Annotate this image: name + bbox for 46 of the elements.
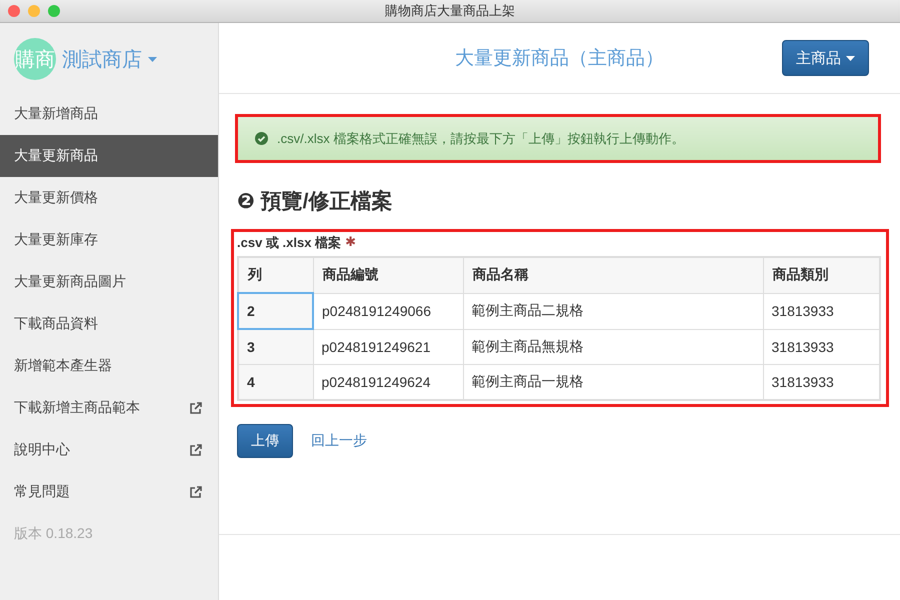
upload-button[interactable]: 上傳 <box>237 424 293 458</box>
minimize-icon[interactable] <box>28 5 40 17</box>
sidebar-item[interactable]: 下載新增主商品範本 <box>0 387 218 429</box>
field-label: .csv 或 .xlsx 檔案 <box>237 234 342 252</box>
sidebar-item[interactable]: 大量更新商品圖片 <box>0 261 218 303</box>
external-link-icon <box>189 486 202 498</box>
caret-icon <box>846 56 855 60</box>
alert-message: .csv/.xlsx 檔案格式正確無誤，請按最下方「上傳」按鈕執行上傳動作。 <box>277 130 684 148</box>
table-cell: 範例主商品無規格 <box>463 329 763 364</box>
sidebar-item[interactable]: 大量更新庫存 <box>0 219 218 261</box>
table-cell[interactable]: 4 <box>238 364 313 400</box>
table-cell: 31813933 <box>763 293 880 329</box>
table-cell[interactable]: 2 <box>238 293 313 329</box>
table-cell: 範例主商品一規格 <box>463 364 763 400</box>
store-avatar: 購商 <box>14 38 56 80</box>
table-cell[interactable]: 3 <box>238 329 313 364</box>
sidebar-item[interactable]: 新增範本產生器 <box>0 345 218 387</box>
sidebar-item[interactable]: 說明中心 <box>0 429 218 471</box>
external-link-icon <box>189 444 202 456</box>
sidebar-item[interactable]: 下載商品資料 <box>0 303 218 345</box>
window-title: 購物商店大量商品上架 <box>385 2 515 20</box>
table-cell: p0248191249621 <box>313 329 463 364</box>
external-link-icon <box>189 402 202 414</box>
table-cell: p0248191249066 <box>313 293 463 329</box>
page-title: 大量更新商品（主商品） <box>455 47 664 71</box>
sidebar-item[interactable]: 大量更新商品 <box>0 135 218 177</box>
table-cell: 範例主商品二規格 <box>463 293 763 329</box>
table-cell: 31813933 <box>763 364 880 400</box>
close-icon[interactable] <box>8 5 20 17</box>
column-header: 列 <box>238 257 313 293</box>
version-text: 版本 0.18.23 <box>13 524 94 543</box>
column-header: 商品編號 <box>313 257 463 293</box>
sidebar-item[interactable]: 大量更新價格 <box>0 177 218 219</box>
column-header: 商品類別 <box>763 257 880 293</box>
column-header: 商品名稱 <box>463 257 763 293</box>
zoom-icon[interactable] <box>48 5 60 17</box>
required-icon: ✱ <box>345 234 356 252</box>
caret-icon <box>148 56 157 62</box>
sidebar-item[interactable]: 常見問題 <box>0 471 218 513</box>
sidebar-item[interactable]: 大量新增商品 <box>0 93 218 135</box>
table-cell: p0248191249624 <box>313 364 463 400</box>
product-type-dropdown[interactable]: 主商品 <box>782 40 869 76</box>
table-cell: 31813933 <box>763 329 880 364</box>
check-circle-icon <box>255 132 268 145</box>
back-link[interactable]: 回上一步 <box>311 432 367 450</box>
section-heading: ❷ 預覽/修正檔案 <box>237 188 394 215</box>
